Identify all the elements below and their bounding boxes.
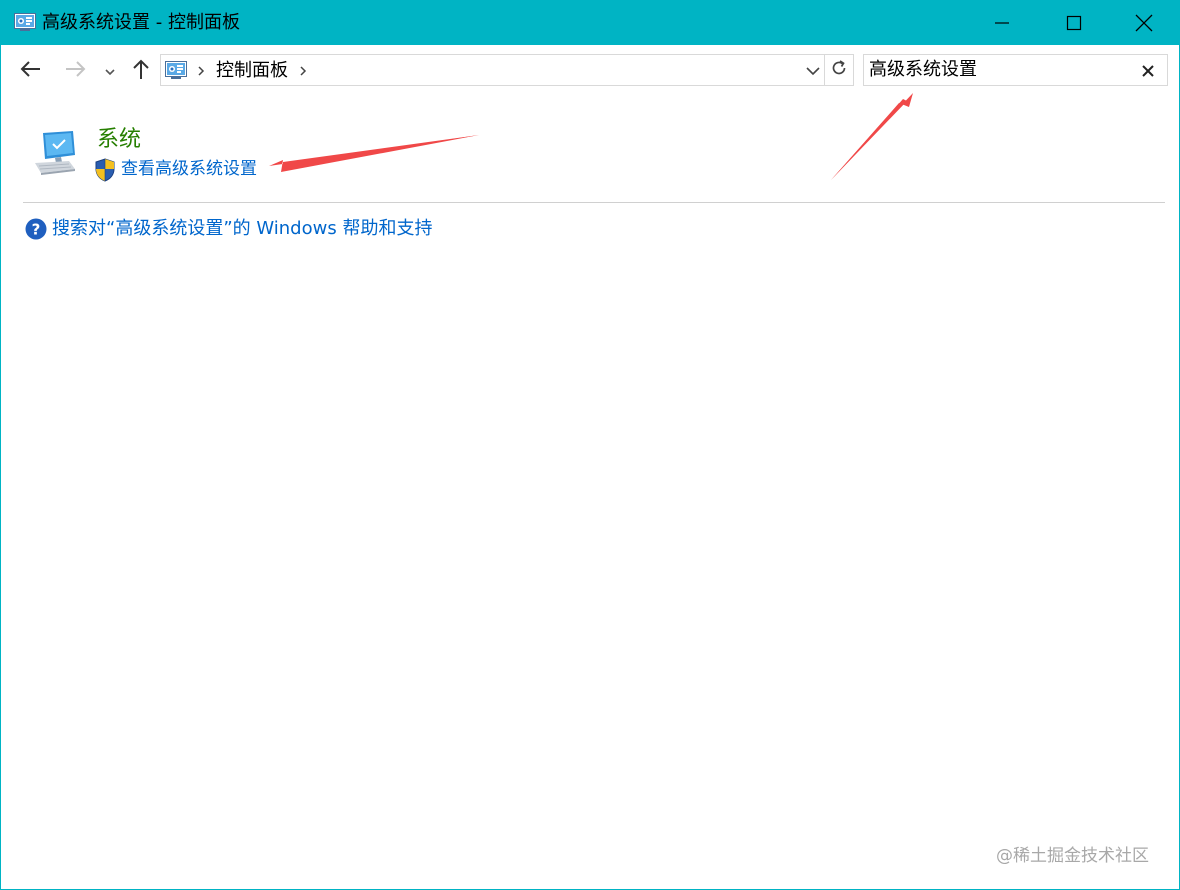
arrow-up-icon	[132, 58, 150, 84]
annotation-arrows	[269, 93, 913, 180]
view-advanced-system-settings-link[interactable]: 查看高级系统设置	[121, 157, 257, 181]
clear-search-button[interactable]	[1136, 59, 1160, 83]
up-button[interactable]	[127, 56, 155, 86]
arrow-right-icon	[64, 60, 86, 82]
results-divider	[23, 202, 1165, 203]
title-bar[interactable]: 高级系统设置 - 控制面板	[1, 1, 1179, 45]
address-bar[interactable]: 控制面板	[160, 54, 825, 86]
result-category-title[interactable]: 系统	[97, 125, 141, 155]
svg-text:?: ?	[32, 221, 41, 239]
control-panel-icon	[14, 13, 36, 32]
watermark-text: @稀土掘金技术社区	[996, 846, 1149, 866]
annotation-arrow-to-search	[831, 93, 913, 180]
recent-locations-button[interactable]	[99, 56, 121, 86]
arrow-left-icon	[20, 60, 42, 82]
minimize-button[interactable]	[967, 1, 1037, 45]
maximize-icon	[1066, 15, 1082, 31]
chevron-down-icon	[806, 67, 820, 76]
forward-button[interactable]	[59, 56, 91, 86]
close-button[interactable]	[1109, 1, 1179, 45]
windows-help-link[interactable]: 搜索对“高级系统设置”的 Windows 帮助和支持	[52, 217, 432, 241]
back-button[interactable]	[15, 56, 47, 86]
refresh-icon	[830, 59, 848, 81]
close-icon	[1135, 14, 1153, 32]
control-panel-icon	[165, 61, 187, 80]
search-input[interactable]	[869, 58, 1129, 82]
computer-monitor-icon[interactable]	[29, 129, 79, 179]
annotation-arrow-to-link	[269, 135, 479, 172]
address-dropdown-button[interactable]	[802, 60, 824, 82]
breadcrumb-chevron-icon[interactable]	[297, 61, 309, 81]
refresh-button[interactable]	[825, 54, 854, 86]
maximize-button[interactable]	[1039, 1, 1109, 45]
control-panel-window: 高级系统设置 - 控制面板 控制面板 高级系统设置 系统 查看高级系统设置 ? …	[0, 0, 1180, 890]
uac-shield-icon	[94, 158, 116, 182]
search-box[interactable]	[863, 54, 1168, 86]
breadcrumb-chevron-icon[interactable]	[195, 61, 207, 81]
minimize-icon	[994, 15, 1010, 31]
window-title: 高级系统设置 - 控制面板	[42, 12, 240, 33]
chevron-down-icon	[104, 62, 116, 81]
close-icon	[1142, 65, 1154, 77]
breadcrumb-control-panel[interactable]: 控制面板	[216, 59, 288, 83]
help-icon[interactable]: ?	[25, 218, 47, 240]
